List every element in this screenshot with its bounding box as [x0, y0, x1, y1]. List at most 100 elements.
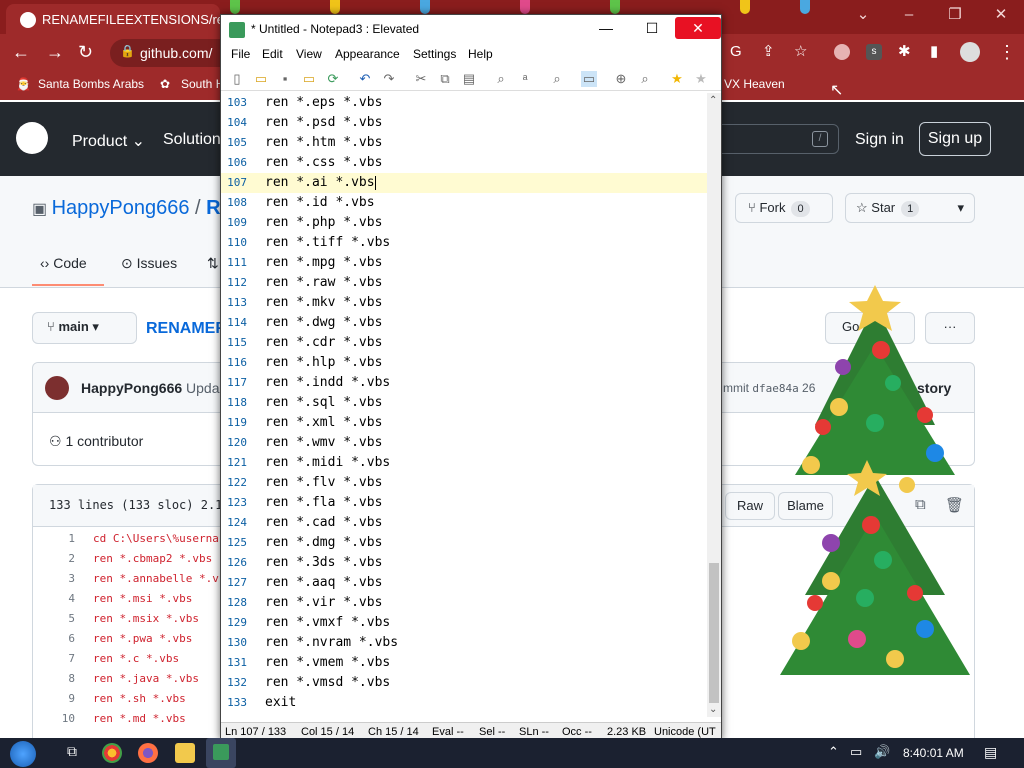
editor-line[interactable]: 115 ren *.cdr *.vbs	[221, 333, 707, 353]
goto-icon[interactable]: ⌕	[549, 71, 565, 87]
github-logo-icon[interactable]	[16, 122, 48, 154]
back-icon[interactable]: ←	[12, 42, 30, 62]
menu-edit[interactable]: Edit	[262, 47, 283, 61]
chrome-taskbar-icon[interactable]	[102, 743, 122, 763]
editor-line[interactable]: 119 ren *.xml *.vbs	[221, 413, 707, 433]
editor-line[interactable]: 126 ren *.3ds *.vbs	[221, 553, 707, 573]
replace-icon[interactable]: ᵃ	[517, 71, 533, 87]
close-icon[interactable]: ✕	[978, 0, 1024, 30]
tab-code[interactable]: ‹› Code	[40, 255, 87, 271]
editor-line[interactable]: 109 ren *.php *.vbs	[221, 213, 707, 233]
menu-help[interactable]: Help	[468, 47, 493, 61]
editor-line[interactable]: 127 ren *.aaq *.vbs	[221, 573, 707, 593]
editor-line[interactable]: 118 ren *.sql *.vbs	[221, 393, 707, 413]
github-search-input[interactable]: /	[715, 124, 839, 154]
open-folder-icon[interactable]: ▭	[253, 71, 269, 87]
nav-solutions[interactable]: Solution	[163, 131, 221, 149]
editor-line[interactable]: 121 ren *.midi *.vbs	[221, 453, 707, 473]
close-icon[interactable]: ✕	[675, 17, 721, 39]
start-button-icon[interactable]	[10, 741, 36, 767]
editor-line[interactable]: 117 ren *.indd *.vbs	[221, 373, 707, 393]
tab-search-icon[interactable]: ⌄	[840, 0, 886, 30]
code-line-number[interactable]: 3	[33, 569, 75, 589]
extension-icon[interactable]	[834, 44, 850, 60]
editor-line[interactable]: 105 ren *.htm *.vbs	[221, 133, 707, 153]
contributors[interactable]: ⚇ 1 contributor	[49, 433, 143, 450]
notepad3-taskbar-icon[interactable]	[206, 738, 236, 768]
sidepanel-icon[interactable]: ▮	[930, 42, 938, 62]
share-icon[interactable]: ⇪	[762, 42, 775, 62]
copy-icon[interactable]: ⧉	[437, 71, 453, 87]
repo-owner-link[interactable]: HappyPong666	[52, 197, 190, 219]
commit-message[interactable]: Upda	[186, 380, 219, 396]
editor-line[interactable]: 103 ren *.eps *.vbs	[221, 93, 707, 113]
new-file-icon[interactable]: ▯	[229, 71, 245, 87]
commit-author[interactable]: HappyPong666 Upda	[81, 380, 220, 396]
kebab-menu-icon[interactable]: ⋮	[998, 42, 1016, 62]
redo-icon[interactable]: ↷	[381, 71, 397, 87]
code-line-number[interactable]: 10	[33, 709, 75, 729]
extension-s-icon[interactable]: s	[866, 44, 882, 60]
paste-icon[interactable]: ▤	[461, 71, 477, 87]
cut-icon[interactable]: ✂	[413, 71, 429, 87]
raw-button[interactable]: Raw	[725, 492, 775, 520]
code-line-number[interactable]: 9	[33, 689, 75, 709]
editor-line[interactable]: 110 ren *.tiff *.vbs	[221, 233, 707, 253]
minimize-icon[interactable]: –	[886, 0, 932, 30]
editor-line[interactable]: 124 ren *.cad *.vbs	[221, 513, 707, 533]
add-favorite-icon[interactable]: ★	[693, 71, 709, 87]
tab-issues[interactable]: ⊙ Issues	[121, 255, 177, 272]
reload-file-icon[interactable]: ⟳	[325, 71, 341, 87]
code-line-number[interactable]: 1	[33, 529, 75, 549]
code-line-number[interactable]: 7	[33, 649, 75, 669]
editor-line[interactable]: 133 exit	[221, 693, 707, 713]
editor-line[interactable]: 131 ren *.vmem *.vbs	[221, 653, 707, 673]
code-line-number[interactable]: 6	[33, 629, 75, 649]
editor-line[interactable]: 108 ren *.id *.vbs	[221, 193, 707, 213]
editor-line[interactable]: 128 ren *.vir *.vbs	[221, 593, 707, 613]
zoom-in-icon[interactable]: ⊕	[613, 71, 629, 87]
volume-icon[interactable]: 🔊	[874, 744, 890, 760]
menu-file[interactable]: File	[231, 47, 250, 61]
word-wrap-icon[interactable]: ▭	[581, 71, 597, 87]
notifications-icon[interactable]: ▤	[984, 744, 997, 761]
chevron-down-icon[interactable]: ▾	[957, 194, 964, 222]
editor-line[interactable]: 129 ren *.vmxf *.vbs	[221, 613, 707, 633]
zoom-icon[interactable]: ⌕	[637, 71, 653, 87]
code-line-number[interactable]: 5	[33, 609, 75, 629]
restore-icon[interactable]: ❐	[932, 0, 978, 30]
nav-product[interactable]: Product ⌄	[72, 131, 145, 151]
branch-selector[interactable]: ⑂ main ▾	[32, 312, 137, 344]
status-encoding[interactable]: Unicode (UT	[654, 726, 716, 738]
fork-button[interactable]: ⑂ Fork 0	[735, 193, 833, 223]
repo-name-link[interactable]: R	[206, 197, 220, 219]
find-icon[interactable]: ⌕	[493, 71, 509, 87]
editor-line[interactable]: 125 ren *.dmg *.vbs	[221, 533, 707, 553]
scrollbar-thumb[interactable]	[709, 563, 719, 703]
menu-settings[interactable]: Settings	[413, 47, 456, 61]
editor-line[interactable]: 122 ren *.flv *.vbs	[221, 473, 707, 493]
avatar[interactable]	[45, 376, 69, 400]
save-icon[interactable]: ▪	[277, 71, 293, 87]
bookmark-item[interactable]: VX Heaven	[724, 77, 785, 91]
file-breadcrumb[interactable]: RENAMEF	[146, 320, 225, 338]
reload-icon[interactable]: ↻	[78, 42, 93, 62]
editor-line[interactable]: 107 ren *.ai *.vbs	[221, 173, 707, 193]
tray-chevron-icon[interactable]: ⌃	[828, 744, 839, 760]
sign-in-link[interactable]: Sign in	[855, 131, 904, 149]
editor-line[interactable]: 120 ren *.wmv *.vbs	[221, 433, 707, 453]
file-explorer-taskbar-icon[interactable]	[175, 743, 195, 763]
editor-line[interactable]: 106 ren *.css *.vbs	[221, 153, 707, 173]
editor-line[interactable]: 104 ren *.psd *.vbs	[221, 113, 707, 133]
editor-line[interactable]: 116 ren *.hlp *.vbs	[221, 353, 707, 373]
notepad-titlebar[interactable]: * Untitled - Notepad3 : Elevated — ☐ ✕	[221, 15, 721, 45]
editor-line[interactable]: 113 ren *.mkv *.vbs	[221, 293, 707, 313]
google-icon[interactable]: G	[730, 42, 742, 62]
editor-line[interactable]: 132 ren *.vmsd *.vbs	[221, 673, 707, 693]
undo-icon[interactable]: ↶	[357, 71, 373, 87]
browser-tab[interactable]: RENAMEFILEEXTENSIONS/renam	[6, 4, 220, 34]
bookmark-item[interactable]: Santa Bombs Arabs	[38, 77, 144, 91]
taskbar-clock[interactable]: 8:40:01 AM	[903, 746, 964, 760]
profile-avatar-icon[interactable]	[960, 42, 980, 62]
sign-up-button[interactable]: Sign up	[919, 122, 991, 156]
